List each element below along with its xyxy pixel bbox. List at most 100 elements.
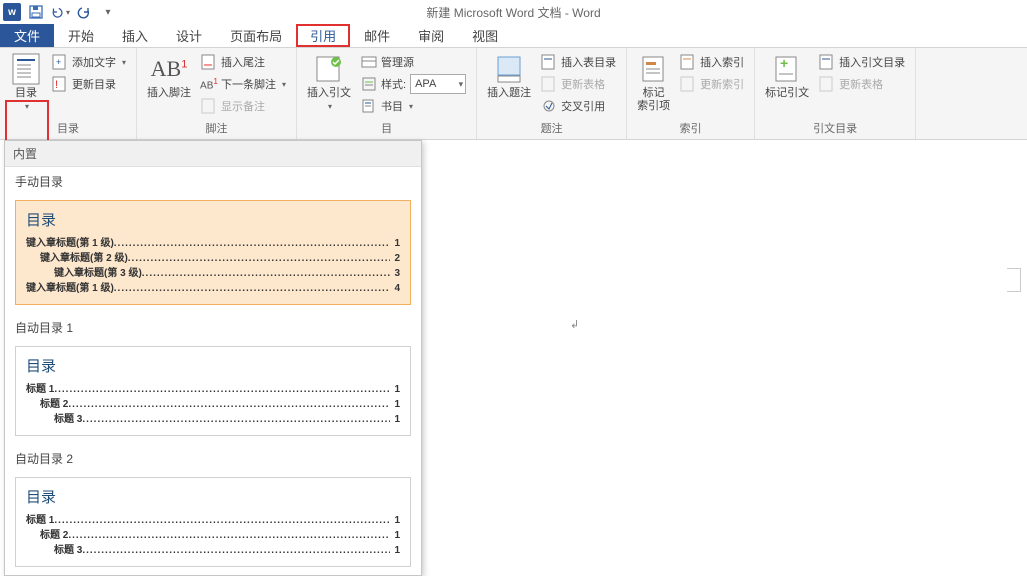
gallery-manual-title: 手动目录	[5, 167, 421, 196]
toc-preview-row: 标题 3....................................…	[26, 543, 400, 558]
footnote-icon: AB1	[153, 53, 185, 85]
add-text-button[interactable]: + 添加文字▾	[48, 51, 130, 73]
gallery-builtin-header: 内置	[5, 141, 421, 167]
show-notes-icon	[201, 98, 217, 114]
insert-index-button[interactable]: 插入索引	[676, 51, 748, 73]
qat-customize-icon[interactable]: ▾	[98, 2, 118, 22]
show-notes-button: 显示备注	[197, 95, 290, 117]
gallery-manual-item[interactable]: 目录 键入章标题(第 1 级).........................…	[15, 200, 411, 305]
style-icon	[361, 76, 377, 92]
svg-text:!: !	[55, 79, 58, 91]
cursor-mark-icon: ↲	[570, 318, 579, 331]
update-toa-button: 更新表格	[815, 73, 909, 95]
mark-citation-icon: +	[771, 53, 803, 85]
undo-icon[interactable]: ▾	[50, 2, 70, 22]
manage-sources-button[interactable]: 管理源	[357, 51, 470, 73]
group-toc: 目录▾ + 添加文字▾ ! 更新目录 目录	[0, 48, 137, 139]
word-logo-icon: w	[2, 2, 22, 22]
toc-preview-row: 键入章标题(第 1 级)............................…	[26, 236, 400, 251]
preview-heading: 目录	[26, 355, 400, 376]
caption-icon	[493, 53, 525, 85]
citation-icon	[313, 53, 345, 85]
update-toa-icon	[819, 76, 835, 92]
preview-heading: 目录	[26, 486, 400, 507]
tab-home[interactable]: 开始	[54, 24, 108, 47]
save-icon[interactable]	[26, 2, 46, 22]
toc-gallery-dropdown: 内置 手动目录 目录 键入章标题(第 1 级).................…	[4, 140, 422, 576]
toc-preview-row: 标题 1....................................…	[26, 513, 400, 528]
group-footnotes: AB1 插入脚注 插入尾注 AB1 下一条脚注▾ 显示备注 脚注	[137, 48, 297, 139]
update-toc-icon: !	[52, 76, 68, 92]
document-canvas[interactable]: ↲	[430, 143, 1027, 523]
svg-text:+: +	[780, 55, 788, 71]
group-captions-label: 题注	[483, 120, 620, 139]
bibliography-button[interactable]: 书目▾	[357, 95, 470, 117]
endnote-icon	[201, 54, 217, 70]
ribbon-tabs: 文件 开始 插入 设计 页面布局 引用 邮件 审阅 视图	[0, 24, 1027, 48]
gallery-auto1-item[interactable]: 目录 标题 1.................................…	[15, 346, 411, 436]
gallery-auto1-title: 自动目录 1	[5, 313, 421, 342]
tab-file[interactable]: 文件	[0, 24, 54, 47]
ruler-mark	[1007, 268, 1021, 292]
toc-preview-row: 键入章标题(第 3 级)............................…	[26, 266, 400, 281]
citation-style-row: 样式: APA	[357, 73, 470, 95]
window-title: 新建 Microsoft Word 文档 - Word	[426, 4, 600, 21]
cross-ref-icon	[541, 98, 557, 114]
tab-references[interactable]: 引用	[296, 24, 350, 47]
tab-view[interactable]: 视图	[458, 24, 512, 47]
toc-preview-row: 标题 2....................................…	[26, 397, 400, 412]
title-bar: w ▾ ▾ 新建 Microsoft Word 文档 - Word	[0, 0, 1027, 24]
ribbon: 目录▾ + 添加文字▾ ! 更新目录 目录 AB1 插入脚注	[0, 48, 1027, 140]
toc-preview-row: 标题 3....................................…	[26, 412, 400, 427]
toc-icon	[10, 53, 42, 85]
toc-button[interactable]: 目录▾	[6, 51, 46, 115]
next-footnote-icon: AB1	[201, 76, 217, 92]
group-citations-label: 目	[303, 120, 470, 139]
insert-table-of-figures-button[interactable]: 插入表目录	[537, 51, 620, 73]
insert-toa-icon	[819, 54, 835, 70]
add-text-icon: +	[52, 54, 68, 70]
update-index-button: 更新索引	[676, 73, 748, 95]
bibliography-icon	[361, 98, 377, 114]
group-toa-label: 引文目录	[761, 120, 909, 139]
toc-preview-row: 键入章标题(第 1 级)............................…	[26, 281, 400, 296]
group-index: 标记 索引项 插入索引 更新索引 索引	[627, 48, 755, 139]
svg-text:+: +	[56, 57, 61, 67]
mark-citation-button[interactable]: + 标记引文	[761, 51, 813, 102]
manage-sources-icon	[361, 54, 377, 70]
update-toc-button[interactable]: ! 更新目录	[48, 73, 130, 95]
mark-index-entry-button[interactable]: 标记 索引项	[633, 51, 674, 115]
tof-icon	[541, 54, 557, 70]
preview-heading: 目录	[26, 209, 400, 230]
redo-icon[interactable]	[74, 2, 94, 22]
insert-caption-button[interactable]: 插入题注	[483, 51, 535, 102]
insert-citation-button[interactable]: 插入引文▾	[303, 51, 355, 115]
toc-preview-row: 标题 2....................................…	[26, 528, 400, 543]
toc-label: 目录	[15, 87, 37, 99]
update-index-icon	[680, 76, 696, 92]
toc-preview-row: 标题 1....................................…	[26, 382, 400, 397]
insert-index-icon	[680, 54, 696, 70]
tab-design[interactable]: 设计	[162, 24, 216, 47]
group-toc-label: 目录	[6, 120, 130, 139]
group-footnotes-label: 脚注	[143, 120, 290, 139]
group-citations: 插入引文▾ 管理源 样式: APA 书目▾ 目	[297, 48, 477, 139]
tab-mail[interactable]: 邮件	[350, 24, 404, 47]
citation-style-combo[interactable]: APA	[410, 74, 466, 94]
insert-toa-button[interactable]: 插入引文目录	[815, 51, 909, 73]
quick-access-toolbar: w ▾ ▾	[0, 2, 118, 22]
insert-footnote-button[interactable]: AB1 插入脚注	[143, 51, 195, 102]
next-footnote-button[interactable]: AB1 下一条脚注▾	[197, 73, 290, 95]
cross-reference-button[interactable]: 交叉引用	[537, 95, 620, 117]
update-tof-button: 更新表格	[537, 73, 620, 95]
update-tof-icon	[541, 76, 557, 92]
gallery-auto2-title: 自动目录 2	[5, 444, 421, 473]
toc-preview-row: 键入章标题(第 2 级)............................…	[26, 251, 400, 266]
insert-endnote-button[interactable]: 插入尾注	[197, 51, 290, 73]
tab-layout[interactable]: 页面布局	[216, 24, 296, 47]
group-toa: + 标记引文 插入引文目录 更新表格 引文目录	[755, 48, 916, 139]
tab-insert[interactable]: 插入	[108, 24, 162, 47]
gallery-auto2-item[interactable]: 目录 标题 1.................................…	[15, 477, 411, 567]
group-captions: 插入题注 插入表目录 更新表格 交叉引用 题注	[477, 48, 627, 139]
tab-review[interactable]: 审阅	[404, 24, 458, 47]
